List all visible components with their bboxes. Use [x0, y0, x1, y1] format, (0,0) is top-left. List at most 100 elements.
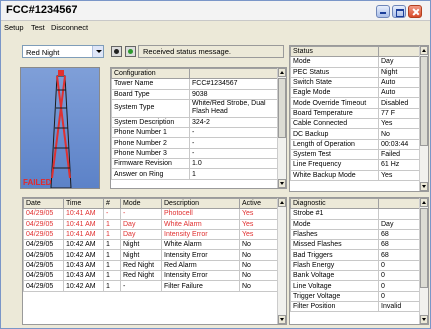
cell: Red Alarm: [161, 259, 240, 272]
cell: 1: [103, 249, 121, 261]
table-row[interactable]: 04/29/05 10:42 AM 1- Filter Failure No: [23, 280, 280, 292]
table-row[interactable]: 04/29/05 10:42 AM 1 Night White Alarm No: [23, 239, 280, 251]
table-row[interactable]: Mode Day: [290, 56, 422, 68]
table-row[interactable]: System Type White/Red Strobe, Dual Flash …: [111, 98, 280, 118]
table-row[interactable]: Phone Number 3-: [111, 147, 280, 160]
scroll-down-icon[interactable]: [420, 315, 428, 324]
column-header[interactable]: Active: [239, 198, 280, 210]
diagnostic-scrollbar[interactable]: [419, 198, 428, 324]
table-row[interactable]: 04/29/05 10:43 AM 1 Red Night Intensity Erro…: [23, 270, 280, 282]
table-row[interactable]: 04/29/05 10:41 AM 1 Day Intensity Error Yes: [23, 228, 280, 241]
cell: -: [120, 280, 162, 292]
cell: 10:41 AM: [63, 208, 104, 220]
window-title: FCC#1234567: [6, 4, 78, 16]
menu-test[interactable]: Test: [31, 23, 45, 32]
table-row[interactable]: Line Frequency 61 Hz: [290, 159, 422, 171]
cell: Line Frequency: [290, 159, 379, 171]
table-row[interactable]: DC Backup No: [290, 128, 422, 140]
scroll-up-icon[interactable]: [420, 198, 428, 207]
table-row[interactable]: Tower Name FCC#1234567: [111, 78, 280, 90]
table-row[interactable]: Bad Triggers 68: [290, 249, 422, 261]
column-header[interactable]: Time: [63, 198, 104, 210]
table-row[interactable]: 04/29/05 10:41 AM 1 Day White Alarm Yes: [23, 218, 280, 230]
configuration-grid[interactable]: Configuration Tower Name FCC#1234567 Boar…: [110, 67, 287, 189]
table-row[interactable]: 04/29/05 10:43 AM 1 Red Night Red Alarm No: [23, 259, 280, 272]
cell: 04/29/05: [23, 239, 64, 251]
scroll-thumb[interactable]: [420, 208, 428, 288]
table-row[interactable]: Mode Day: [290, 218, 422, 230]
table-row[interactable]: Eagle Mode Auto: [290, 87, 422, 99]
status-grid[interactable]: Status Mode Day PEC Status Night Switch Stat…: [289, 45, 429, 192]
scroll-up-icon[interactable]: [278, 198, 286, 207]
disconnect-icon[interactable]: [111, 46, 122, 57]
column-header[interactable]: Date: [23, 198, 64, 210]
cell: 77 F: [378, 107, 422, 120]
table-row[interactable]: PEC Status Night: [290, 66, 422, 78]
table-row[interactable]: White Backup Mode Yes: [290, 169, 422, 181]
scroll-down-icon[interactable]: [278, 315, 286, 324]
diagnostic-grid[interactable]: Diagnostic Strobe #1 Mode Day Flashes 68 Mis…: [289, 197, 429, 325]
table-row[interactable]: Missed Flashes 68: [290, 239, 422, 251]
table-row[interactable]: Bank Voltage 0: [290, 270, 422, 282]
config-scrollbar[interactable]: [277, 68, 286, 188]
table-row[interactable]: Length of Operation 00:03:44: [290, 138, 422, 150]
connect-icon[interactable]: [125, 46, 136, 57]
cell: 0: [378, 259, 422, 272]
cell: Yes: [378, 169, 422, 181]
status-message: Received status message.: [138, 45, 284, 58]
menu-bar: Setup Test Disconnect: [1, 21, 430, 35]
scroll-down-icon[interactable]: [420, 182, 428, 191]
cell: PEC Status: [290, 66, 379, 78]
table-row[interactable]: Line Voltage 0: [290, 280, 422, 292]
table-row[interactable]: Phone Number 1-: [111, 127, 280, 139]
cell: System Test: [290, 148, 379, 161]
menu-disconnect[interactable]: Disconnect: [51, 23, 88, 32]
table-row[interactable]: Board Temperature 77 F: [290, 107, 422, 120]
table-row[interactable]: System Description 324-2: [111, 116, 280, 129]
cell: 1: [103, 259, 121, 272]
cell: Phone Number 3: [111, 147, 190, 160]
table-row[interactable]: 04/29/05 10:42 AM 1 Night Intensity Error No: [23, 249, 280, 261]
table-row[interactable]: Trigger Voltage 0: [290, 290, 422, 302]
status-scrollbar[interactable]: [419, 46, 428, 191]
mode-select[interactable]: Red Night: [22, 45, 104, 58]
table-row[interactable]: System Test Failed: [290, 148, 422, 161]
maximize-button[interactable]: [392, 5, 406, 18]
cell: 10:42 AM: [63, 249, 104, 261]
diagnostic-header-value: [378, 198, 422, 210]
cell: 10:43 AM: [63, 270, 104, 282]
scroll-up-icon[interactable]: [278, 68, 286, 77]
column-header[interactable]: Description: [161, 198, 240, 210]
table-row[interactable]: Filter Position Invalid: [290, 300, 422, 313]
cell: Board Type: [111, 88, 190, 100]
table-row[interactable]: 04/29/05 10:41 AM - - Photocell Yes: [23, 208, 280, 220]
cell: Bank Voltage: [290, 270, 379, 282]
table-row[interactable]: Answer on Ring 1: [111, 168, 280, 180]
menu-setup[interactable]: Setup: [4, 23, 24, 32]
table-row[interactable]: Board Type 9038: [111, 88, 280, 100]
cell: 1: [103, 270, 121, 282]
column-header[interactable]: #: [103, 198, 121, 210]
scroll-thumb[interactable]: [420, 56, 428, 146]
close-button[interactable]: [408, 5, 422, 18]
table-row[interactable]: Mode Override Timeout Disabled: [290, 97, 422, 109]
events-scrollbar[interactable]: [277, 198, 286, 324]
cell: -: [189, 137, 280, 149]
cell: Invalid: [378, 300, 422, 313]
minimize-button[interactable]: [376, 5, 390, 18]
cell: 68: [378, 249, 422, 261]
scroll-up-icon[interactable]: [420, 46, 428, 55]
table-row[interactable]: Flash Energy 0: [290, 259, 422, 272]
scroll-thumb[interactable]: [278, 78, 286, 138]
table-row[interactable]: Flashes 68: [290, 228, 422, 241]
table-row[interactable]: Firmware Revision 1.0: [111, 158, 280, 170]
table-row[interactable]: Cable Connected Yes: [290, 118, 422, 130]
cell: Yes: [239, 228, 280, 241]
table-row[interactable]: Strobe #1: [290, 208, 422, 220]
table-row[interactable]: Phone Number 2-: [111, 137, 280, 149]
table-row[interactable]: Switch State Auto: [290, 76, 422, 89]
column-header[interactable]: Mode: [120, 198, 162, 210]
chevron-down-icon[interactable]: [92, 46, 103, 57]
scroll-down-icon[interactable]: [278, 179, 286, 188]
events-grid[interactable]: Date Time # Mode Description Active 04/29/05 1…: [22, 197, 287, 325]
